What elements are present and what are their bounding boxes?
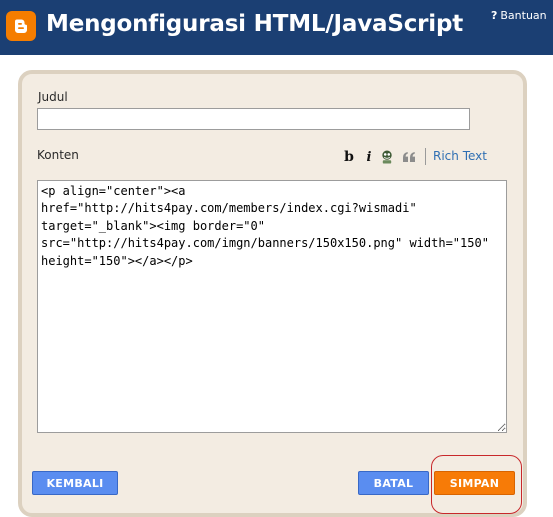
cancel-button[interactable]: BATAL (358, 471, 429, 495)
page-header: Mengonfigurasi HTML/JavaScript ? Bantuan (0, 0, 553, 55)
title-input[interactable] (37, 108, 470, 130)
quote-icon[interactable] (402, 149, 416, 165)
help-link[interactable]: ? Bantuan (491, 9, 547, 22)
rich-text-link[interactable]: Rich Text (433, 149, 487, 163)
toolbar-divider (425, 148, 426, 165)
content-label: Konten (37, 148, 79, 162)
help-icon: ? (491, 9, 498, 22)
back-button[interactable]: KEMBALI (32, 471, 118, 495)
bold-icon[interactable]: b (342, 149, 356, 165)
insert-image-glyph (382, 150, 392, 164)
blogger-logo-icon (6, 11, 36, 41)
save-button[interactable]: SIMPAN (434, 471, 515, 495)
content-editor[interactable]: <p align="center"><a href="http://hits4p… (37, 180, 507, 433)
quote-glyph (403, 152, 415, 162)
page-title: Mengonfigurasi HTML/JavaScript (46, 11, 464, 37)
help-label: Bantuan (500, 9, 547, 22)
insert-image-icon[interactable] (380, 149, 394, 165)
blogger-b-glyph (15, 19, 27, 33)
title-label: Judul (38, 90, 68, 104)
italic-icon[interactable]: i (362, 149, 376, 165)
